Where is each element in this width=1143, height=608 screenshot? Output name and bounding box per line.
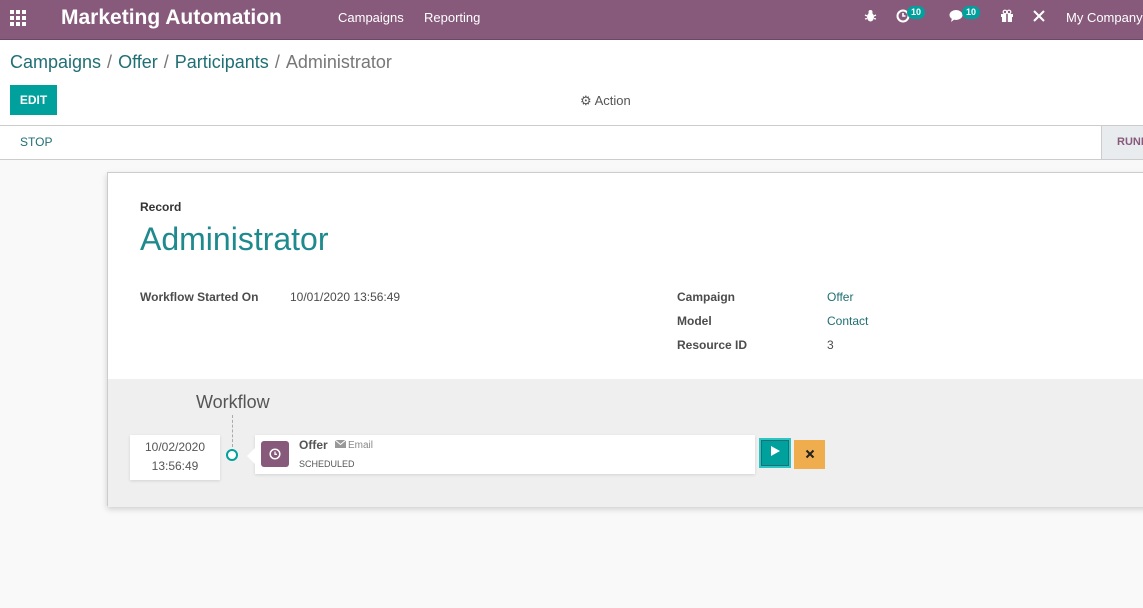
record-label: Record [140, 200, 182, 214]
company-switcher[interactable]: My Company [1066, 10, 1143, 25]
workflow-section: Workflow 10/02/2020 13:56:49 Offer Email… [108, 379, 1143, 507]
envelope-icon [334, 439, 347, 451]
cancel-activity-button[interactable] [794, 440, 825, 469]
message-count-badge: 10 [962, 6, 981, 19]
edit-button[interactable]: EDIT [10, 85, 57, 115]
workflow-started-value: 10/01/2020 13:56:49 [290, 290, 401, 304]
action-label: Action [594, 93, 631, 108]
resource-id-label: Resource ID [677, 338, 748, 352]
activity-type: Email [334, 439, 374, 451]
bug-icon[interactable] [864, 9, 877, 26]
breadcrumb-separator: / [107, 52, 113, 72]
app-title[interactable]: Marketing Automation [61, 6, 282, 30]
breadcrumb: Campaigns / Offer / Participants / Administrat… [10, 52, 392, 73]
breadcrumb-separator: / [163, 52, 169, 72]
model-label: Model [677, 314, 712, 328]
top-navbar: Marketing Automation Campaigns Reporting… [0, 0, 1143, 40]
action-dropdown[interactable]: ⚙ Action [580, 93, 631, 109]
run-activity-button[interactable] [759, 438, 791, 468]
gift-icon[interactable] [1000, 9, 1014, 26]
menu-campaigns[interactable]: Campaigns [338, 10, 404, 25]
timeline-dot [226, 449, 238, 461]
activity-schedule-date: 10/02/2020 13:56:49 [130, 435, 220, 480]
close-icon[interactable] [1032, 9, 1046, 26]
control-panel: Campaigns / Offer / Participants / Administrat… [0, 40, 1143, 126]
resource-id-value: 3 [827, 338, 834, 352]
activity-state: SCHEDULED [299, 459, 355, 469]
workflow-started-label: Workflow Started On [140, 290, 259, 304]
activity-type-label: Email [348, 440, 374, 451]
play-icon [770, 444, 781, 462]
close-icon [805, 447, 815, 462]
workflow-title: Workflow [196, 392, 270, 412]
activity-name: Offer [299, 438, 328, 452]
breadcrumb-participants[interactable]: Participants [175, 52, 269, 72]
timeline-connector [232, 415, 233, 447]
stop-button[interactable]: STOP [20, 135, 52, 149]
activity-date: 10/02/2020 [144, 440, 206, 454]
breadcrumb-current: Administrator [285, 52, 392, 72]
gear-icon: ⚙ [580, 93, 592, 108]
campaign-link[interactable]: Offer [827, 290, 853, 304]
breadcrumb-campaigns[interactable]: Campaigns [10, 52, 101, 72]
model-link[interactable]: Contact [827, 314, 868, 328]
status-running[interactable]: RUNNING [1101, 126, 1143, 159]
record-title[interactable]: Administrator [140, 221, 329, 258]
activity-time: 13:56:49 [151, 459, 199, 473]
form-sheet: Record Administrator Workflow Started On… [107, 172, 1143, 507]
breadcrumb-offer[interactable]: Offer [118, 52, 158, 72]
apps-menu-icon[interactable] [10, 10, 28, 26]
form-statusbar: STOP RUNNING [0, 126, 1143, 160]
activity-card[interactable]: Offer Email SCHEDULED [247, 435, 755, 474]
clock-icon [261, 441, 289, 467]
menu-reporting[interactable]: Reporting [424, 10, 480, 25]
activity-count-badge: 10 [907, 6, 926, 19]
campaign-label: Campaign [677, 290, 736, 304]
breadcrumb-separator: / [274, 52, 280, 72]
